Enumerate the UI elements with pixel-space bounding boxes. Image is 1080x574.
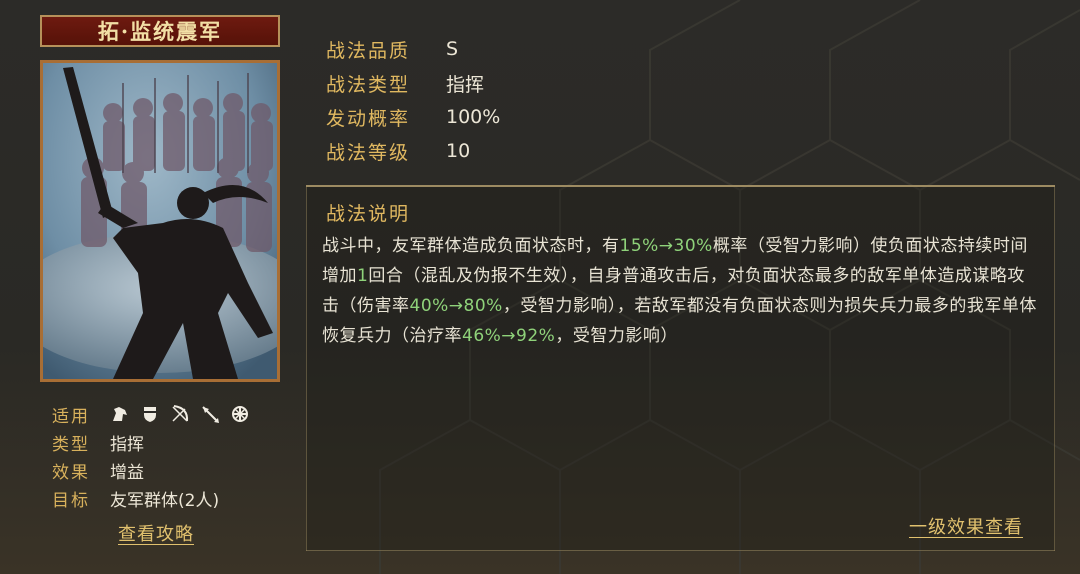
skill-meta: 适用 类型 指挥 效果 增益 目标 友军群体(2人)	[52, 400, 250, 512]
shield-icon	[140, 404, 160, 424]
skill-card-art	[40, 60, 280, 382]
cavalry-icon	[110, 404, 130, 424]
siege-icon	[230, 404, 250, 424]
skill-name: 拓·监统震军	[97, 19, 223, 44]
description-panel: 战法说明 战斗中，友军群体造成负面状态时，有15%→30%概率（受智力影响）使负…	[306, 185, 1055, 551]
attr-type-row: 战法类型 指挥	[326, 66, 500, 100]
desc-highlight: 46%→92%	[462, 326, 556, 346]
attr-level-value: 10	[446, 140, 471, 162]
spear-icon	[200, 404, 220, 424]
applicable-label: 适用	[52, 406, 90, 427]
skill-attributes: 战法品质 S 战法类型 指挥 发动概率 100% 战法等级 10	[326, 32, 500, 168]
attr-chance-row: 发动概率 100%	[326, 100, 500, 134]
type-value: 指挥	[110, 434, 144, 455]
desc-highlight: 1	[357, 266, 369, 286]
effect-value: 增益	[110, 462, 144, 483]
attr-quality-value: S	[446, 38, 459, 60]
bow-icon	[170, 404, 190, 424]
attr-quality-label: 战法品质	[326, 39, 411, 62]
attr-chance-value: 100%	[446, 106, 501, 128]
attr-level-row: 战法等级 10	[326, 134, 500, 168]
level-one-effect-link[interactable]: 一级效果查看	[909, 513, 1023, 539]
effect-label: 效果	[52, 462, 90, 483]
view-guide-link[interactable]: 查看攻略	[118, 520, 194, 546]
attr-type-label: 战法类型	[326, 73, 411, 96]
desc-highlight: 15%→30%	[619, 236, 713, 256]
skill-name-plate: 拓·监统震军	[40, 15, 280, 47]
attr-level-label: 战法等级	[326, 141, 411, 164]
applicable-row: 适用	[52, 400, 250, 428]
type-label: 类型	[52, 434, 90, 455]
desc-segment: 战斗中，友军群体造成负面状态时，有	[322, 236, 620, 256]
type-row: 类型 指挥	[52, 428, 250, 456]
target-label: 目标	[52, 490, 90, 511]
effect-row: 效果 增益	[52, 456, 250, 484]
description-text: 战斗中，友军群体造成负面状态时，有15%→30%概率（受智力影响）使负面状态持续…	[322, 231, 1042, 351]
description-title: 战法说明	[326, 203, 411, 225]
attr-chance-label: 发动概率	[326, 107, 411, 130]
attr-quality-row: 战法品质 S	[326, 32, 500, 66]
desc-highlight: 40%→80%	[409, 296, 503, 316]
attr-type-value: 指挥	[446, 73, 485, 96]
unit-icons	[110, 404, 250, 424]
desc-segment: ，受智力影响）	[555, 326, 678, 346]
target-row: 目标 友军群体(2人)	[52, 484, 250, 512]
target-value: 友军群体(2人)	[110, 490, 220, 511]
